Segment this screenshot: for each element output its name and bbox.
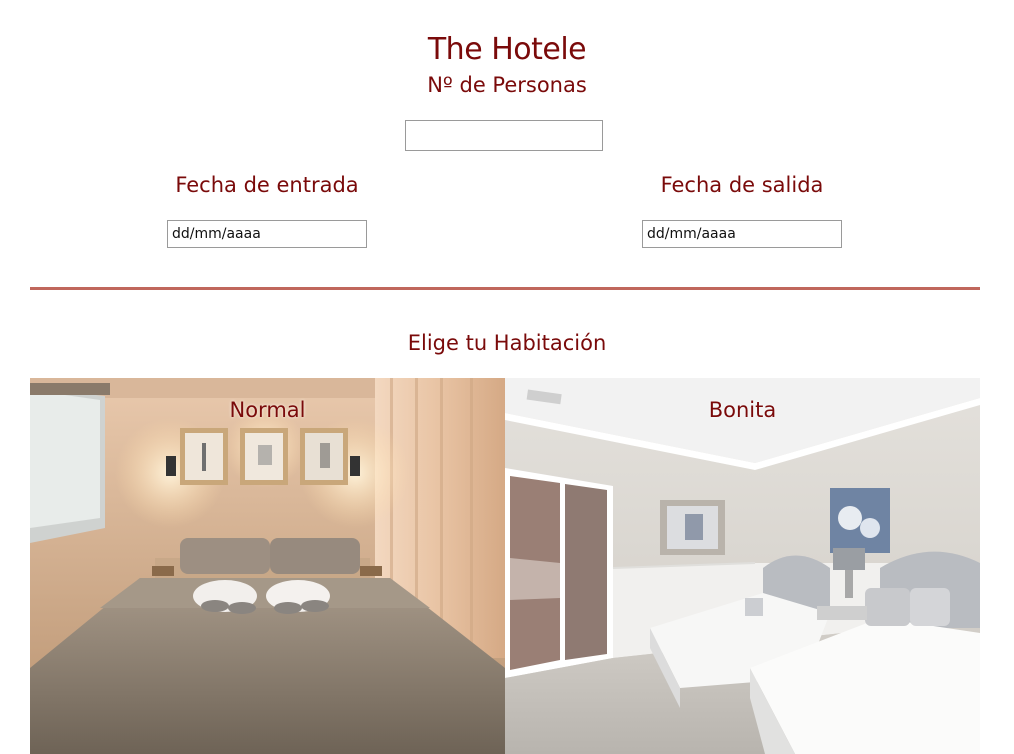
- twin-bedroom-photo: [505, 378, 980, 754]
- checkout-group: Fecha de salida dd/mm/aaaa: [562, 173, 922, 248]
- persons-input[interactable]: [405, 120, 603, 151]
- room-name-bonita: Bonita: [708, 398, 777, 422]
- rooms-gallery: Normal Bonita: [30, 378, 980, 754]
- rooms-heading: Elige tu Habitación: [407, 331, 607, 355]
- warm-bedroom-photo: [30, 378, 505, 754]
- room-card-normal[interactable]: Normal: [30, 378, 505, 754]
- section-divider: [30, 287, 980, 290]
- checkin-label: Fecha de entrada: [175, 173, 359, 197]
- room-name-normal: Normal: [229, 398, 306, 422]
- checkin-group: Fecha de entrada dd/mm/aaaa: [87, 173, 447, 248]
- checkout-date-input[interactable]: dd/mm/aaaa: [642, 220, 842, 248]
- page-title: The Hotele: [427, 32, 587, 68]
- checkout-label: Fecha de salida: [660, 173, 824, 197]
- room-card-bonita[interactable]: Bonita: [505, 378, 980, 754]
- persons-label: Nº de Personas: [427, 73, 587, 97]
- checkin-date-input[interactable]: dd/mm/aaaa: [167, 220, 367, 248]
